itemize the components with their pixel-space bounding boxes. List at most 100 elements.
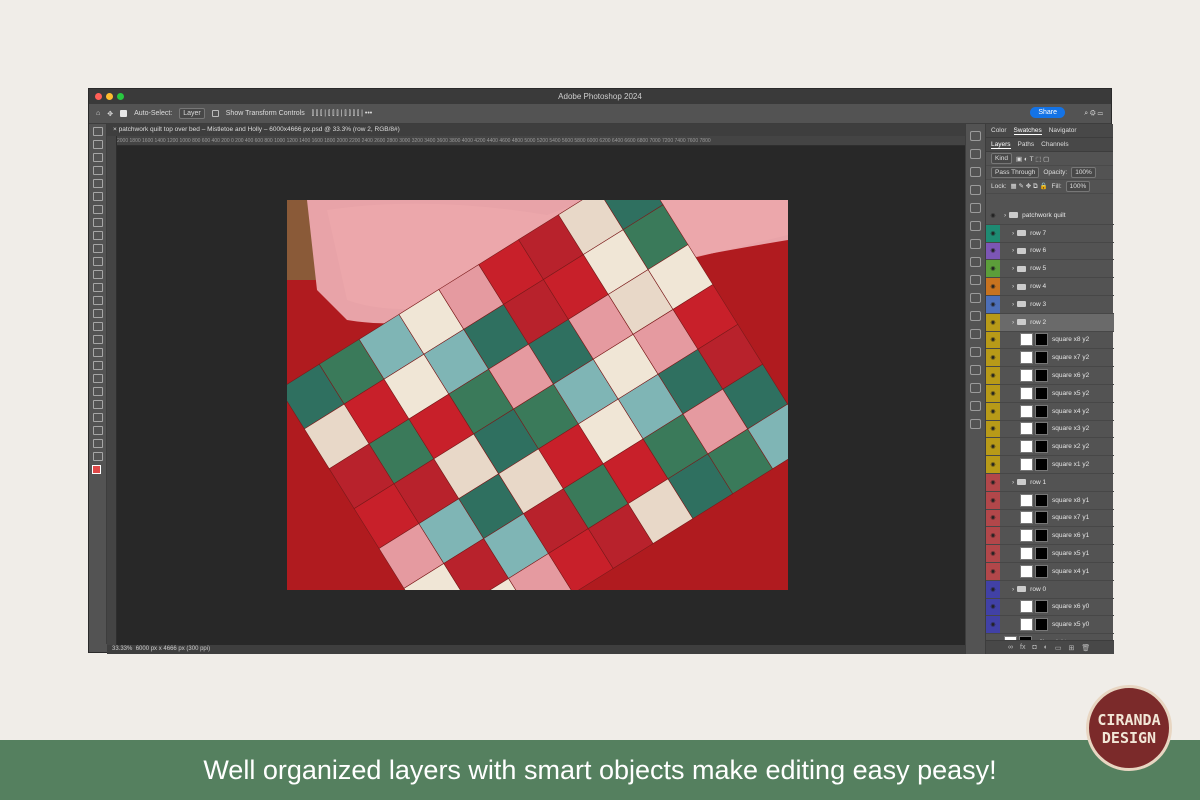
- document-image[interactable]: [287, 200, 788, 590]
- layer-row[interactable]: ◉ square x7 y1: [986, 509, 1114, 528]
- eye-icon[interactable]: ◉: [986, 562, 1000, 580]
- tool-icon[interactable]: [92, 231, 103, 240]
- layer-mask-thumbnail[interactable]: [1035, 422, 1048, 436]
- layer-mask-thumbnail[interactable]: [1035, 547, 1048, 561]
- panel-shortcut-icon[interactable]: [970, 365, 981, 375]
- layer-thumbnail[interactable]: [1020, 529, 1033, 543]
- panel-shortcut-icon[interactable]: [970, 221, 981, 231]
- auto-select-checkbox[interactable]: [120, 110, 128, 117]
- tool-icon[interactable]: [92, 348, 103, 357]
- tool-icon[interactable]: [92, 140, 103, 149]
- chevron-right-icon[interactable]: ›: [1012, 479, 1014, 486]
- link-icon[interactable]: ∞: [1008, 644, 1013, 651]
- panel-shortcut-icon[interactable]: [970, 167, 981, 177]
- layer-thumbnail[interactable]: [1020, 564, 1033, 578]
- layer-row[interactable]: ◉ › row 1: [986, 473, 1114, 492]
- chevron-right-icon[interactable]: ›: [1012, 283, 1014, 290]
- chevron-right-icon[interactable]: ›: [1012, 265, 1014, 272]
- tab-paths[interactable]: Paths: [1018, 141, 1035, 148]
- layer-row[interactable]: ◉ › row 3: [986, 295, 1114, 314]
- layer-thumbnail[interactable]: [1020, 369, 1033, 383]
- tool-icon[interactable]: [92, 192, 103, 201]
- layer-thumbnail[interactable]: [1020, 600, 1033, 614]
- eye-icon[interactable]: ◉: [986, 224, 1000, 242]
- tool-icon[interactable]: [92, 413, 103, 422]
- layer-row[interactable]: ◉ square x1 y2: [986, 456, 1114, 474]
- tool-icon[interactable]: [92, 361, 103, 370]
- opacity-input[interactable]: 100%: [1071, 167, 1096, 178]
- tool-icon[interactable]: [92, 205, 103, 214]
- chevron-right-icon[interactable]: ›: [1012, 247, 1014, 254]
- eye-icon[interactable]: ◉: [986, 242, 1000, 260]
- layer-row[interactable]: ◉ › row 7: [986, 224, 1114, 243]
- tool-icon[interactable]: [92, 244, 103, 253]
- eye-icon[interactable]: ◉: [986, 438, 1000, 456]
- eye-icon[interactable]: ◉: [986, 313, 1000, 331]
- tool-icon[interactable]: [92, 270, 103, 279]
- layer-thumbnail[interactable]: [1020, 618, 1033, 632]
- layer-mask-thumbnail[interactable]: [1035, 369, 1048, 383]
- eye-icon[interactable]: ◉: [986, 527, 1000, 545]
- panel-shortcut-icon[interactable]: [970, 419, 981, 429]
- layer-row[interactable]: ◉ square x2 y2: [986, 438, 1114, 457]
- tab-layers[interactable]: Layers: [991, 141, 1011, 149]
- panel-shortcut-icon[interactable]: [970, 131, 981, 141]
- eye-icon[interactable]: ◉: [986, 545, 1000, 562]
- layer-thumbnail[interactable]: [1020, 404, 1033, 418]
- mask-icon[interactable]: ◘: [1032, 644, 1036, 651]
- panel-shortcut-icon[interactable]: [970, 203, 981, 213]
- layer-thumbnail[interactable]: [1020, 440, 1033, 454]
- zoom-button[interactable]: [117, 93, 124, 100]
- tool-icon[interactable]: [92, 309, 103, 318]
- eye-icon[interactable]: ◉: [986, 509, 1000, 527]
- layer-mask-thumbnail[interactable]: [1035, 404, 1048, 418]
- eye-icon[interactable]: ◉: [986, 295, 1000, 313]
- tool-icon[interactable]: [92, 335, 103, 344]
- close-button[interactable]: [95, 93, 102, 100]
- tool-icon[interactable]: [92, 283, 103, 292]
- chevron-right-icon[interactable]: ›: [1012, 301, 1014, 308]
- home-icon[interactable]: ⌂: [96, 110, 100, 117]
- layer-row[interactable]: ◉ square x8 y1: [986, 491, 1114, 510]
- tab-channels[interactable]: Channels: [1041, 141, 1068, 148]
- layer-thumbnail[interactable]: [1020, 386, 1033, 400]
- layer-thumbnail[interactable]: [1020, 333, 1033, 347]
- tool-icon[interactable]: [92, 153, 103, 162]
- eye-icon[interactable]: ◉: [986, 367, 1000, 384]
- chevron-right-icon[interactable]: ›: [1012, 319, 1014, 326]
- tool-icon[interactable]: [92, 426, 103, 435]
- canvas-area[interactable]: [117, 146, 975, 645]
- layer-thumbnail[interactable]: [1020, 458, 1033, 472]
- layer-row[interactable]: ◉ square x5 y1: [986, 545, 1114, 563]
- tool-icon[interactable]: [92, 127, 103, 136]
- panel-shortcut-icon[interactable]: [970, 329, 981, 339]
- tool-icon[interactable]: [92, 296, 103, 305]
- tool-icon[interactable]: [92, 179, 103, 188]
- lock-icons[interactable]: ▦ ✎ ✥ ⧉ 🔒: [1011, 182, 1048, 191]
- move-tool-icon[interactable]: ✥: [107, 110, 113, 118]
- layer-mask-thumbnail[interactable]: [1035, 458, 1048, 472]
- eye-icon[interactable]: ◉: [986, 260, 1000, 278]
- layer-row[interactable]: ◉ square x3 y2: [986, 420, 1114, 439]
- layer-mask-thumbnail[interactable]: [1035, 493, 1048, 507]
- layer-mask-thumbnail[interactable]: [1035, 333, 1048, 347]
- layer-mask-thumbnail[interactable]: [1035, 600, 1048, 614]
- layer-row[interactable]: ◉ square x4 y1: [986, 562, 1114, 581]
- layer-row[interactable]: ◉ square x5 y0: [986, 616, 1114, 635]
- panel-shortcut-icon[interactable]: [970, 257, 981, 267]
- panel-shortcut-icon[interactable]: [970, 293, 981, 303]
- panel-shortcut-icon[interactable]: [970, 311, 981, 321]
- layer-thumbnail[interactable]: [1020, 422, 1033, 436]
- eye-icon[interactable]: ◉: [986, 598, 1000, 616]
- panel-shortcut-icon[interactable]: [970, 239, 981, 249]
- filter-icons[interactable]: ▣ ◐ T ⬚ ▢: [1016, 155, 1049, 163]
- panel-shortcut-icon[interactable]: [970, 185, 981, 195]
- fill-input[interactable]: 100%: [1065, 181, 1091, 192]
- adjustment-icon[interactable]: ◐: [1044, 644, 1048, 651]
- layer-mask-thumbnail[interactable]: [1035, 529, 1048, 543]
- tool-icon[interactable]: [92, 374, 103, 383]
- search-icon[interactable]: ⌕ ⚙ ▭: [1084, 110, 1103, 118]
- eye-icon[interactable]: ◉: [986, 456, 1000, 473]
- new-layer-icon[interactable]: ⊞: [1069, 644, 1075, 652]
- tool-icon[interactable]: [92, 322, 103, 331]
